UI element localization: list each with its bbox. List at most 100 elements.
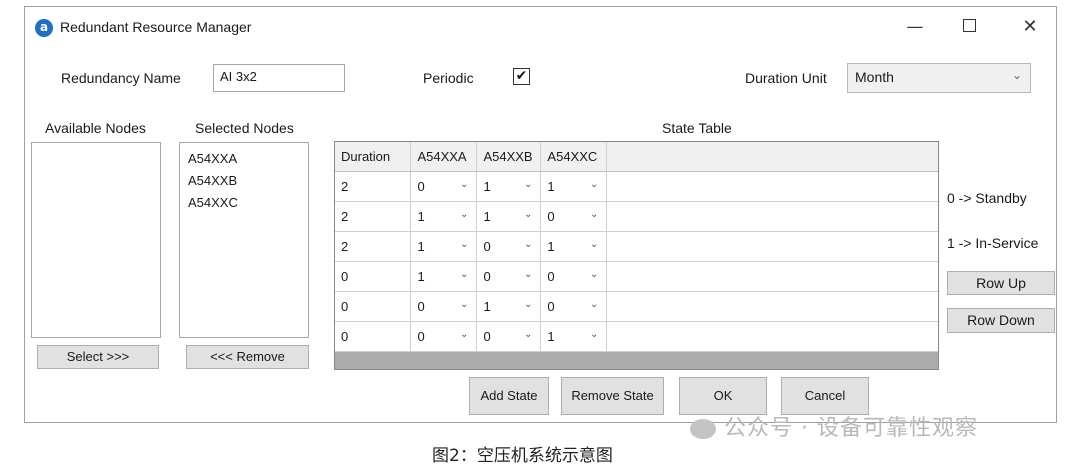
duration-cell[interactable]: 2 [335,171,412,202]
checkmark-icon: ✔ [515,68,528,84]
cell-value: 0 [547,208,555,224]
redundancy-name-input[interactable]: AI 3x2 [213,64,345,92]
state-cell-a54xxa[interactable]: 1 ⌄ [410,231,478,262]
cell-value: 0 [417,298,425,314]
column-header-duration[interactable]: Duration [335,142,412,172]
chevron-down-icon[interactable]: ⌄ [590,179,598,190]
selected-nodes-label: Selected Nodes [195,120,294,136]
row-down-button[interactable]: Row Down [947,308,1055,333]
duration-cell[interactable]: 2 [335,231,412,262]
close-button[interactable]: ✕ [1010,14,1050,40]
chevron-down-icon[interactable]: ⌄ [524,239,532,250]
state-cell-a54xxa[interactable]: 0 ⌄ [410,321,478,352]
state-cell-a54xxc[interactable]: 0 ⌄ [540,261,608,292]
chevron-down-icon[interactable]: ⌄ [524,269,532,280]
cell-value: 1 [547,328,555,344]
chevron-down-icon[interactable]: ⌄ [590,269,598,280]
cell-value: 0 [483,268,491,284]
add-state-button[interactable]: Add State [469,377,549,415]
state-cell-a54xxb[interactable]: 1 ⌄ [476,291,542,322]
chevron-down-icon[interactable]: ⌄ [590,329,598,340]
state-cell-a54xxa[interactable]: 1 ⌄ [410,261,478,292]
redundancy-name-label: Redundancy Name [61,70,181,86]
header-filler [606,142,938,172]
chevron-down-icon: ⌄ [1011,68,1022,82]
table-row[interactable]: 2 1 ⌄ 1 ⌄ 0 ⌄ [335,201,938,232]
chevron-down-icon[interactable]: ⌄ [590,239,598,250]
cell-value: 1 [417,238,425,254]
state-cell-a54xxa[interactable]: 0 ⌄ [410,171,478,202]
state-cell-a54xxa[interactable]: 1 ⌄ [410,201,478,232]
state-cell-a54xxb[interactable]: 0 ⌄ [476,321,542,352]
row-filler [606,321,938,352]
cell-value: 0 [417,328,425,344]
list-item[interactable]: A54XXA [188,151,237,166]
chevron-down-icon[interactable]: ⌄ [524,209,532,220]
state-cell-a54xxb[interactable]: 0 ⌄ [476,231,542,262]
selected-nodes-list[interactable]: A54XXA A54XXB A54XXC [179,142,309,338]
column-header-a54xxa[interactable]: A54XXA [410,142,478,172]
periodic-checkbox[interactable]: ✔ [513,68,530,85]
row-filler [606,261,938,292]
cell-value: 1 [417,268,425,284]
duration-unit-dropdown[interactable]: Month ⌄ [847,63,1031,93]
remove-state-button[interactable]: Remove State [561,377,664,415]
cell-value: 0 [547,268,555,284]
chevron-down-icon[interactable]: ⌄ [590,209,598,220]
state-cell-a54xxc[interactable]: 0 ⌄ [540,291,608,322]
state-cell-a54xxa[interactable]: 0 ⌄ [410,291,478,322]
state-cell-a54xxc[interactable]: 1 ⌄ [540,171,608,202]
chevron-down-icon[interactable]: ⌄ [460,179,468,190]
chevron-down-icon[interactable]: ⌄ [524,179,532,190]
wechat-icon [690,419,716,439]
table-row[interactable]: 0 0 ⌄ 1 ⌄ 0 ⌄ [335,291,938,322]
close-icon: ✕ [1022,16,1038,37]
duration-cell[interactable]: 0 [335,321,412,352]
duration-cell[interactable]: 0 [335,261,412,292]
chevron-down-icon[interactable]: ⌄ [460,239,468,250]
state-cell-a54xxc[interactable]: 0 ⌄ [540,201,608,232]
maximize-button[interactable] [949,14,989,40]
cell-value: 1 [483,208,491,224]
state-cell-a54xxc[interactable]: 1 ⌄ [540,321,608,352]
duration-unit-label: Duration Unit [745,70,827,86]
list-item[interactable]: A54XXC [188,195,238,210]
state-table: Duration A54XXA A54XXB A54XXC 2 0 ⌄ 1 ⌄ 1 ⌄… [335,142,938,352]
list-item[interactable]: A54XXB [188,173,237,188]
watermark-text: 公众号 · 设备可靠性观察 [724,416,978,441]
row-up-button[interactable]: Row Up [947,271,1055,295]
row-filler [606,231,938,262]
cell-value: 1 [483,298,491,314]
chevron-down-icon[interactable]: ⌄ [524,299,532,310]
app-logo-icon: a [35,19,53,37]
column-header-a54xxc[interactable]: A54XXC [540,142,608,172]
table-row[interactable]: 2 0 ⌄ 1 ⌄ 1 ⌄ [335,171,938,202]
table-row[interactable]: 2 1 ⌄ 0 ⌄ 1 ⌄ [335,231,938,262]
state-table-grid[interactable]: Duration A54XXA A54XXB A54XXC 2 0 ⌄ 1 ⌄ 1 ⌄… [334,141,939,370]
table-row[interactable]: 0 1 ⌄ 0 ⌄ 0 ⌄ [335,261,938,292]
row-filler [606,291,938,322]
chevron-down-icon[interactable]: ⌄ [590,299,598,310]
cell-value: 1 [483,178,491,194]
available-nodes-list[interactable] [31,142,161,338]
chevron-down-icon[interactable]: ⌄ [460,329,468,340]
remove-button[interactable]: <<< Remove [186,345,309,369]
table-row[interactable]: 0 0 ⌄ 0 ⌄ 1 ⌄ [335,321,938,352]
cell-value: 1 [547,178,555,194]
chevron-down-icon[interactable]: ⌄ [460,209,468,220]
duration-cell[interactable]: 2 [335,201,412,232]
title-bar: a Redundant Resource Manager — ✕ [25,7,1056,45]
select-button[interactable]: Select >>> [37,345,159,369]
state-cell-a54xxb[interactable]: 1 ⌄ [476,171,542,202]
cell-value: 0 [417,178,425,194]
state-cell-a54xxb[interactable]: 0 ⌄ [476,261,542,292]
state-cell-a54xxc[interactable]: 1 ⌄ [540,231,608,262]
state-cell-a54xxb[interactable]: 1 ⌄ [476,201,542,232]
chevron-down-icon[interactable]: ⌄ [460,299,468,310]
chevron-down-icon[interactable]: ⌄ [460,269,468,280]
duration-cell[interactable]: 0 [335,291,412,322]
column-header-a54xxb[interactable]: A54XXB [476,142,542,172]
state-table-label: State Table [662,120,732,136]
minimize-button[interactable]: — [895,14,935,40]
chevron-down-icon[interactable]: ⌄ [524,329,532,340]
